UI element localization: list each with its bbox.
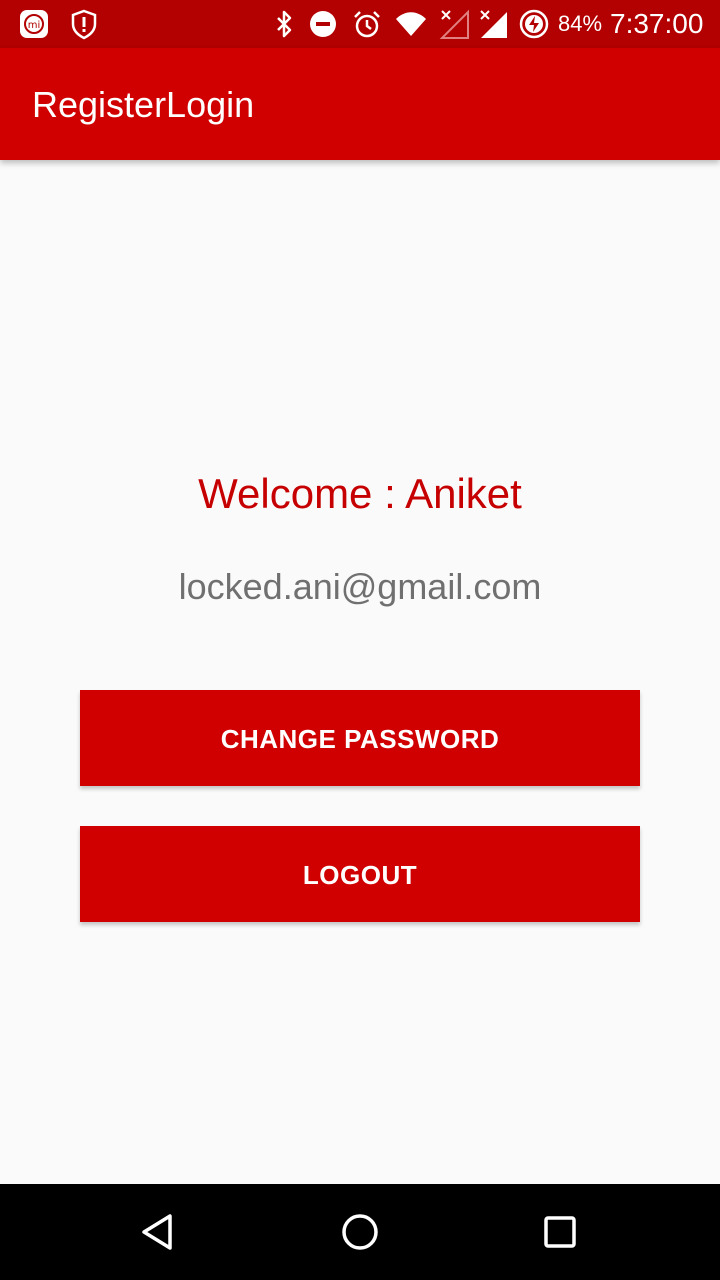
status-bar: mi 84% 7:37:00 xyxy=(0,0,720,48)
signal-no-sim-icon xyxy=(438,8,470,40)
battery-percentage: 84% xyxy=(558,11,603,36)
change-password-button[interactable]: CHANGE PASSWORD xyxy=(80,690,640,786)
home-icon[interactable] xyxy=(336,1208,384,1256)
alarm-icon xyxy=(351,8,383,40)
signal-icon xyxy=(477,8,509,40)
app-title: RegisterLogin xyxy=(32,84,255,125)
app-bar: RegisterLogin xyxy=(0,48,720,160)
status-clock: 7:37:00 xyxy=(610,8,704,39)
recents-icon[interactable] xyxy=(536,1208,584,1256)
back-icon[interactable] xyxy=(136,1208,184,1256)
logout-button[interactable]: LOGOUT xyxy=(80,826,640,922)
battery-charging-icon xyxy=(518,8,550,40)
navigation-bar xyxy=(0,1184,720,1280)
email-text: locked.ani@gmail.com xyxy=(178,566,542,607)
svg-text:mi: mi xyxy=(28,20,41,31)
bluetooth-icon xyxy=(268,8,300,40)
shield-alert-icon xyxy=(68,8,100,40)
mi-icon: mi xyxy=(18,8,50,40)
welcome-text: Welcome : Aniket xyxy=(198,470,522,517)
do-not-disturb-icon xyxy=(307,8,339,40)
wifi-icon xyxy=(395,8,427,40)
